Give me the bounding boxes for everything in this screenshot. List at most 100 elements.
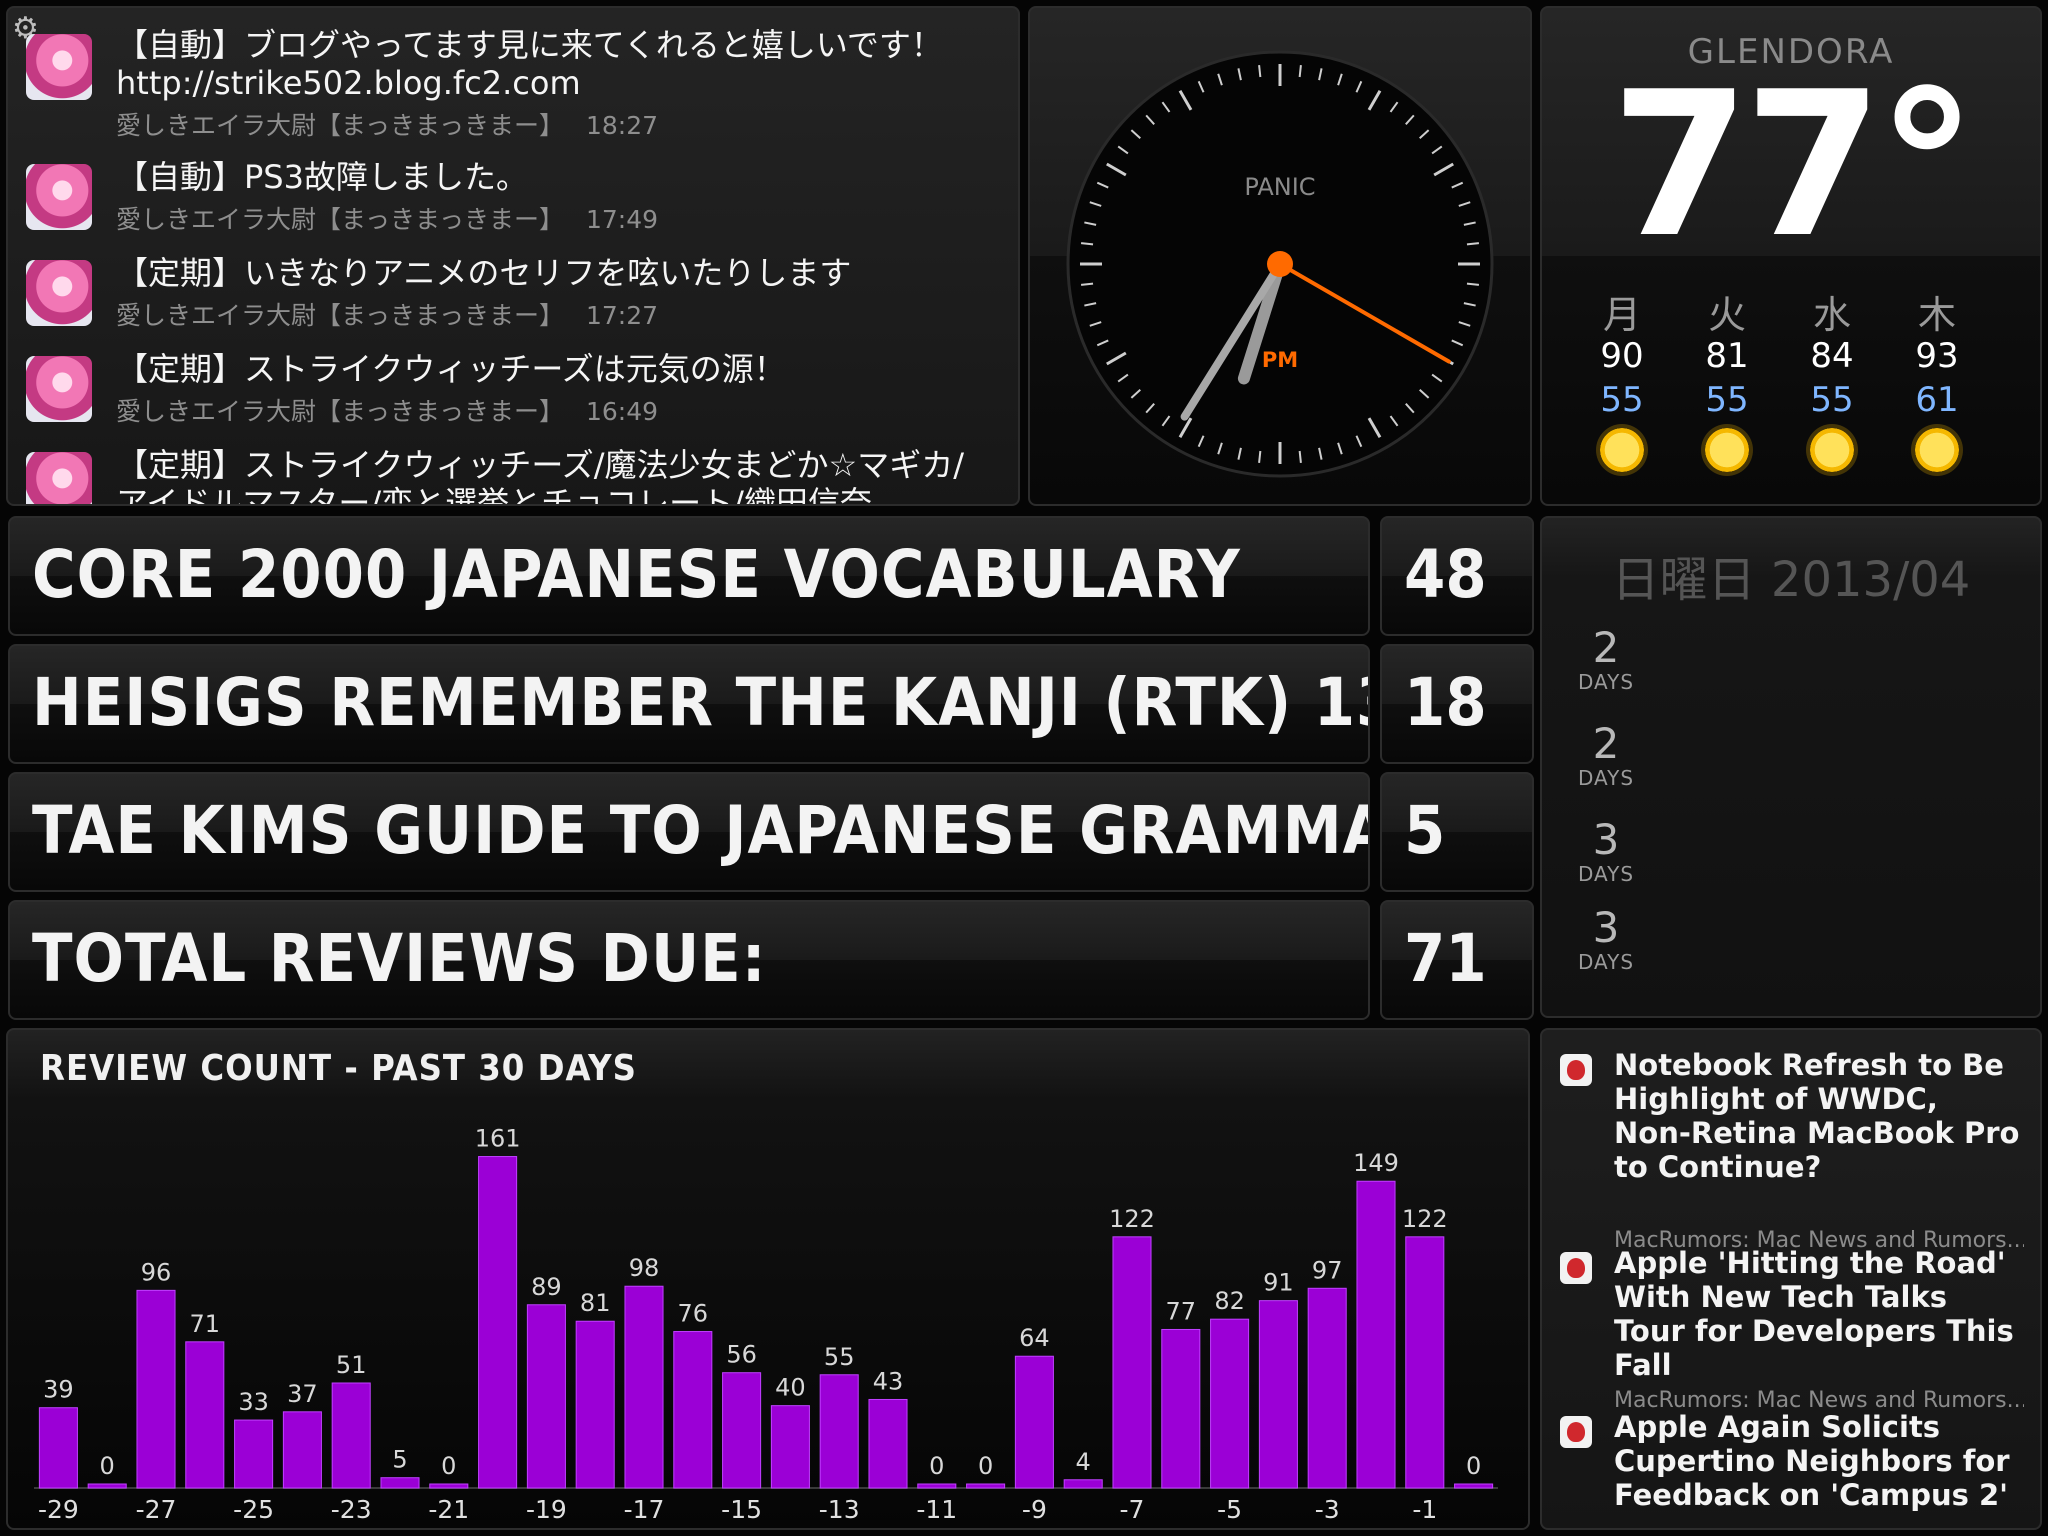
chart-bar xyxy=(770,1405,810,1489)
chart-bar xyxy=(1063,1479,1103,1489)
tweet-meta: 愛しきエイラ大尉【まっきまっきまー】 16:49 xyxy=(116,392,658,428)
chart-bar xyxy=(185,1341,225,1489)
news-title: Apple Again Solicits Cupertino Neighbors… xyxy=(1614,1410,2010,1512)
tweet-meta: 愛しきエイラ大尉【まっきまっきまー】 17:49 xyxy=(116,200,658,236)
avatar xyxy=(26,260,92,326)
analog-clock: PANIC PM xyxy=(1066,50,1494,478)
chart-bar xyxy=(868,1398,908,1489)
x-tick-label: -7 xyxy=(1120,1495,1145,1524)
chart-bar xyxy=(1356,1180,1396,1489)
clock-ampm: PM xyxy=(1262,348,1298,372)
tweet-meta: 愛しきエイラ大尉【まっきまっきまー】 18:27 xyxy=(116,106,658,142)
deck-count-cell: 71 xyxy=(1380,900,1534,1020)
deck-name-cell: HEISIGS REMEMBER THE KANJI (RTK) 13 xyxy=(8,644,1370,764)
calendar-days-unit: DAYS xyxy=(1577,670,1635,694)
twitter-panel: ⚙ 【自動】ブログやってます見に来てくれると嬉しいです！ http://stri… xyxy=(6,6,1020,506)
bar-value-label: 4 xyxy=(1076,1448,1091,1476)
chart-bar xyxy=(331,1382,371,1489)
chart-bar xyxy=(1307,1287,1347,1489)
calendar-panel: 日曜日 2013/04 2 DAYS 2 DAYS 3 DAYS 3 DAYS xyxy=(1540,516,2042,1018)
x-tick-label: -23 xyxy=(331,1495,372,1524)
tweet-time: 17:49 xyxy=(585,205,659,234)
deck-count: 18 xyxy=(1404,664,1487,741)
x-tick-label: -1 xyxy=(1412,1495,1437,1524)
x-tick-label: -21 xyxy=(428,1495,469,1524)
forecast-day-name: 水 xyxy=(1812,293,1851,337)
deck-row[interactable]: TAE KIMS GUIDE TO JAPANESE GRAMMAR (CLOZ… xyxy=(8,772,1534,892)
calendar-title: 日曜日 2013/04 xyxy=(1611,552,1971,608)
bar-value-label: 0 xyxy=(929,1452,944,1480)
bar-value-label: 122 xyxy=(1402,1205,1448,1233)
bar-value-label: 77 xyxy=(1166,1297,1197,1325)
chart-bar xyxy=(1405,1236,1445,1489)
apple-news-icon xyxy=(1560,1252,1592,1284)
clock-tick xyxy=(1298,64,1302,78)
x-tick-label: -27 xyxy=(136,1495,177,1524)
bar-value-label: 55 xyxy=(824,1343,855,1371)
forecast-day: 月 90 55 xyxy=(1572,284,1672,472)
tweet-author: 愛しきエイラ大尉【まっきまっきまー】 xyxy=(116,397,565,426)
x-tick-label: -25 xyxy=(233,1495,274,1524)
avatar xyxy=(26,164,92,230)
bar-value-label: 0 xyxy=(1466,1452,1481,1480)
total-reviews-count: 71 xyxy=(1404,920,1487,997)
bar-value-label: 0 xyxy=(441,1452,456,1480)
x-tick-label: -9 xyxy=(1022,1495,1047,1524)
deck-count-cell: 48 xyxy=(1380,516,1534,636)
sun-icon xyxy=(1600,428,1644,472)
clock-tick xyxy=(1466,242,1480,246)
deck-count: 48 xyxy=(1404,536,1487,613)
x-tick-label: -13 xyxy=(819,1495,860,1524)
tweet-time: 16:49 xyxy=(585,397,659,426)
bar-value-label: 5 xyxy=(392,1446,407,1474)
x-tick-label: -5 xyxy=(1217,1495,1242,1524)
bar-value-label: 81 xyxy=(580,1289,611,1317)
tweet-text: 【定期】いきなりアニメのセリフを呟いたりします xyxy=(116,254,852,292)
chart-bar xyxy=(966,1483,1006,1489)
calendar-days-count: 3 xyxy=(1592,815,1620,864)
avatar xyxy=(26,452,92,504)
chart-bar xyxy=(819,1374,859,1489)
bar-value-label: 76 xyxy=(678,1300,709,1328)
forecast-high: 81 xyxy=(1705,336,1749,376)
forecast-low: 61 xyxy=(1915,380,1959,420)
tweet-text: 【自動】PS3故障しました。 xyxy=(116,158,528,196)
deck-name: CORE 2000 JAPANESE VOCABULARY xyxy=(32,536,1241,613)
review-bar-chart: 39 0 96 71 33 37 51 5 0 161 89 81 98 76 56 40 55 43 0 0 64 4 1… xyxy=(34,1125,1498,1524)
deck-count: 5 xyxy=(1404,792,1446,869)
chart-bar xyxy=(526,1304,566,1489)
calendar-days-unit: DAYS xyxy=(1577,862,1635,886)
chart-bar xyxy=(624,1285,664,1489)
deck-name-cell: TOTAL REVIEWS DUE: xyxy=(8,900,1370,1020)
calendar-item: 2 DAYS xyxy=(1566,719,1646,791)
current-temperature: 77° xyxy=(1610,49,1977,282)
bar-value-label: 56 xyxy=(726,1341,757,1369)
forecast-high: 93 xyxy=(1915,336,1959,376)
forecast-day-name: 月 xyxy=(1602,293,1641,337)
bar-value-label: 161 xyxy=(475,1125,521,1153)
chart-bar xyxy=(575,1320,615,1489)
bar-value-label: 43 xyxy=(873,1367,904,1395)
forecast-day-name: 木 xyxy=(1917,293,1956,337)
bar-value-label: 91 xyxy=(1263,1269,1294,1297)
tweet-time: 17:27 xyxy=(585,301,659,330)
calendar-days-count: 2 xyxy=(1592,719,1620,768)
chart-bar xyxy=(1161,1328,1201,1489)
chart-bar xyxy=(87,1483,127,1489)
deck-row[interactable]: CORE 2000 JAPANESE VOCABULARY 48 xyxy=(8,516,1534,636)
deck-row[interactable]: HEISIGS REMEMBER THE KANJI (RTK) 13 18 xyxy=(8,644,1534,764)
clock-panel: PANIC PM xyxy=(1028,6,1532,506)
weather-panel: GLENDORA 77° 月 90 55 火 81 55 水 84 55 木 9… xyxy=(1540,6,2042,506)
clock-tick xyxy=(1258,450,1262,464)
x-tick-label: -29 xyxy=(38,1495,79,1524)
forecast-day: 火 81 55 xyxy=(1677,284,1777,472)
chart-bar xyxy=(1112,1236,1152,1489)
deck-name: TAE KIMS GUIDE TO JAPANESE GRAMMAR (CLOZ xyxy=(32,792,1368,869)
tweet-text: 【自動】ブログやってます見に来てくれると嬉しいです！ http://strike… xyxy=(116,26,975,102)
tweet-author: 愛しきエイラ大尉【まっきまっきまー】 xyxy=(116,205,565,234)
bar-value-label: 71 xyxy=(190,1310,221,1338)
calendar-item: 3 DAYS xyxy=(1566,815,1646,887)
clock-brand: PANIC xyxy=(1244,173,1315,201)
chart-bar xyxy=(1454,1483,1494,1489)
chart-bar xyxy=(136,1289,176,1489)
